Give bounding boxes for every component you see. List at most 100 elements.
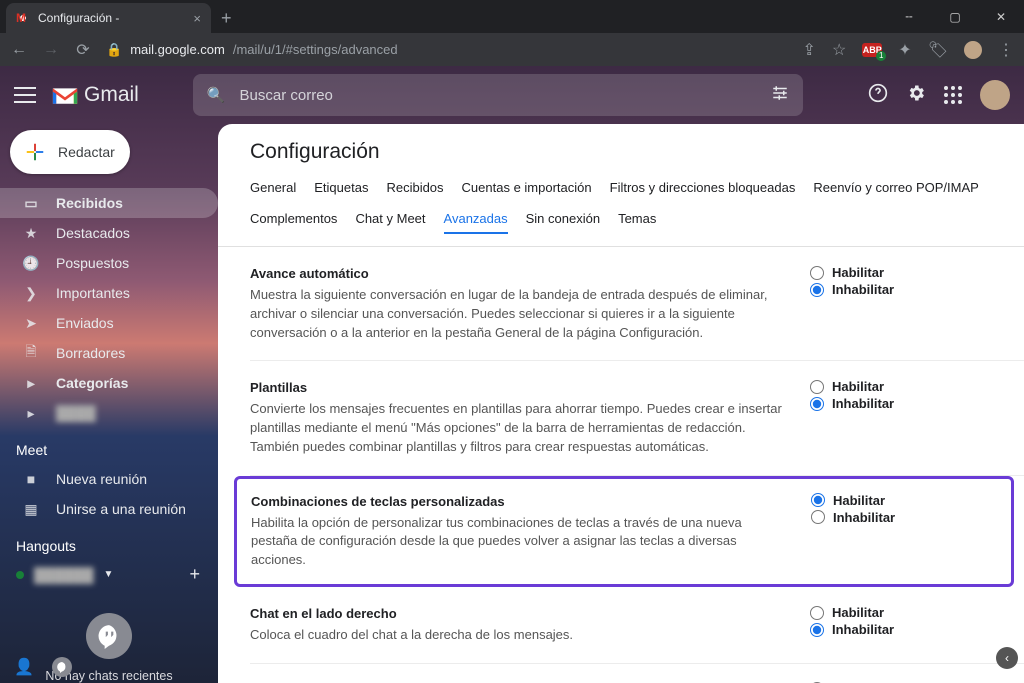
- chevron-right-icon: ▸: [22, 375, 40, 392]
- option-title: Chat en el lado derecho: [250, 605, 790, 624]
- close-tab-icon[interactable]: ×: [193, 11, 201, 26]
- sidebar-item-starred[interactable]: ★ Destacados: [0, 218, 218, 248]
- hangouts-self-name: ██████: [34, 567, 94, 583]
- setting-plantillas: Plantillas Convierte los mensajes frecuen…: [250, 361, 1024, 475]
- tab-recibidos[interactable]: Recibidos: [386, 180, 443, 201]
- nav-forward-icon[interactable]: →: [42, 41, 60, 59]
- google-apps-icon[interactable]: [944, 86, 962, 104]
- sidebar-item-join-meeting[interactable]: ▦ Unirse a una reunión: [0, 494, 218, 524]
- gmail-logo[interactable]: Gmail: [50, 83, 139, 107]
- presence-dot-icon: [16, 571, 24, 579]
- tab-filtros-y-direcciones-bloqueadas[interactable]: Filtros y direcciones bloqueadas: [610, 180, 796, 201]
- new-chat-icon[interactable]: +: [189, 564, 218, 585]
- window-maximize-icon[interactable]: ▢: [932, 1, 978, 33]
- reading-list-icon[interactable]: 🏷: [928, 40, 948, 60]
- adblock-extension-icon[interactable]: ABP: [862, 43, 882, 57]
- hangouts-self-row[interactable]: ██████ ▼ +: [0, 564, 218, 585]
- option-desc: Convierte los mensajes frecuentes en pla…: [250, 401, 782, 454]
- radio-enable[interactable]: Habilitar: [810, 605, 960, 620]
- search-options-icon[interactable]: [771, 84, 789, 106]
- star-icon: ★: [22, 225, 40, 242]
- url-path: /mail/u/1/#settings/advanced: [233, 42, 398, 57]
- setting-chat-en-el-lado-derecho: Chat en el lado derechoColoca el cuadro …: [250, 587, 1024, 664]
- chevron-right-icon: ▸: [22, 405, 40, 422]
- window-close-icon[interactable]: ✕: [978, 1, 1024, 33]
- hangouts-tab-icon[interactable]: [52, 657, 72, 677]
- radio-enable[interactable]: Habilitar: [810, 265, 960, 280]
- tab-avanzadas[interactable]: Avanzadas: [444, 211, 508, 234]
- radio-disable[interactable]: Inhabilitar: [810, 282, 960, 297]
- meet-section-label: Meet: [0, 428, 218, 464]
- address-bar[interactable]: 🔒 mail.google.com/mail/u/1/#settings/adv…: [106, 42, 398, 58]
- tab-temas[interactable]: Temas: [618, 211, 656, 234]
- gmail-favicon: [16, 11, 30, 25]
- setting-icono-de-mensaje-sin-leer: Icono de mensaje sin leerMira el icono d…: [250, 664, 1024, 683]
- hangouts-section-label: Hangouts: [0, 524, 218, 560]
- side-panel-toggle[interactable]: ‹: [996, 647, 1018, 669]
- nav-back-icon[interactable]: ←: [10, 41, 28, 59]
- radio-enable[interactable]: Habilitar: [811, 493, 961, 508]
- inbox-icon: ▭: [22, 195, 40, 212]
- important-icon: ❯: [22, 285, 40, 302]
- sidebar-item-label: Unirse a una reunión: [56, 501, 186, 517]
- sidebar-item-inbox[interactable]: ▭ Recibidos: [0, 188, 218, 218]
- tab-reenv-o-y-correo-pop-imap[interactable]: Reenvío y correo POP/IMAP: [813, 180, 978, 201]
- browser-tab[interactable]: Configuración - ×: [6, 3, 211, 33]
- chevron-down-icon[interactable]: ▼: [104, 569, 114, 580]
- sidebar-item-label: Recibidos: [56, 195, 123, 211]
- sidebar-item-categories[interactable]: ▸Categorías: [0, 368, 218, 398]
- sidebar-item-important[interactable]: ❯ Importantes: [0, 278, 218, 308]
- compose-label: Redactar: [58, 144, 115, 160]
- setting-combinaciones-de-teclas-personalizadas: Combinaciones de teclas personalizadas Ha…: [234, 476, 1014, 587]
- main-menu-icon[interactable]: [14, 87, 36, 103]
- search-input[interactable]: 🔍 Buscar correo: [193, 74, 803, 116]
- sidebar-item-sent[interactable]: ➤Enviados: [0, 308, 218, 338]
- keyboard-icon: ▦: [22, 501, 40, 518]
- settings-tabs-row2: Complementos Chat y Meet Avanzadas Sin cone…: [250, 211, 1024, 234]
- radio-disable[interactable]: Inhabilitar: [810, 396, 960, 411]
- option-title: Plantillas: [250, 379, 790, 398]
- radio-disable[interactable]: Inhabilitar: [810, 622, 960, 637]
- sidebar-item-label: Importantes: [56, 285, 130, 301]
- tab-etiquetas[interactable]: Etiquetas: [314, 180, 368, 201]
- settings-gear-icon[interactable]: [906, 83, 926, 108]
- window-minimize-icon[interactable]: ╌: [886, 1, 932, 33]
- bookmark-icon[interactable]: ☆: [832, 40, 846, 60]
- chrome-menu-icon[interactable]: ⋮: [998, 40, 1014, 60]
- tab-complementos[interactable]: Complementos: [250, 211, 337, 234]
- tab-general[interactable]: General: [250, 180, 296, 201]
- support-icon[interactable]: [868, 83, 888, 108]
- chrome-profile-avatar[interactable]: [964, 41, 982, 59]
- share-icon[interactable]: ⇪: [803, 40, 816, 60]
- radio-enable[interactable]: Habilitar: [810, 379, 960, 394]
- sidebar-item-label: Enviados: [56, 315, 114, 331]
- tab-sin-conexi-n[interactable]: Sin conexión: [526, 211, 600, 234]
- account-avatar[interactable]: [980, 80, 1010, 110]
- sidebar-item-hidden[interactable]: ▸ ████: [0, 398, 218, 428]
- page-title: Configuración: [250, 140, 1024, 164]
- nav-reload-icon[interactable]: ⟳: [74, 40, 92, 60]
- lock-icon: 🔒: [106, 42, 122, 58]
- compose-button[interactable]: Redactar: [10, 130, 130, 174]
- extensions-icon[interactable]: ✦: [898, 40, 911, 60]
- clock-icon: 🕘: [22, 255, 40, 272]
- sidebar-item-label: Nueva reunión: [56, 471, 147, 487]
- sidebar-item-new-meeting[interactable]: ■Nueva reunión: [0, 464, 218, 494]
- search-placeholder: Buscar correo: [240, 87, 333, 104]
- sidebar-item-label: Destacados: [56, 225, 130, 241]
- sidebar-item-snoozed[interactable]: 🕘Pospuestos: [0, 248, 218, 278]
- sidebar-item-label: Borradores: [56, 345, 125, 361]
- new-tab-button[interactable]: +: [211, 3, 242, 33]
- tab-title: Configuración -: [38, 11, 119, 25]
- sidebar-item-drafts[interactable]: 🗎Borradores: [0, 338, 218, 368]
- option-title: Combinaciones de teclas personalizadas: [251, 493, 791, 512]
- tab-cuentas-e-importaci-n[interactable]: Cuentas e importación: [462, 180, 592, 201]
- search-icon: 🔍: [207, 86, 226, 104]
- option-desc: Habilita la opción de personalizar tus c…: [251, 515, 742, 568]
- plus-icon: [24, 141, 46, 163]
- settings-tabs-row1: General Etiquetas Recibidos Cuentas e impor…: [250, 180, 1024, 201]
- tab-chat-y-meet[interactable]: Chat y Meet: [355, 211, 425, 234]
- sidebar-item-label: ████: [56, 405, 96, 421]
- radio-disable[interactable]: Inhabilitar: [811, 510, 961, 525]
- contacts-icon[interactable]: 👤: [14, 657, 34, 677]
